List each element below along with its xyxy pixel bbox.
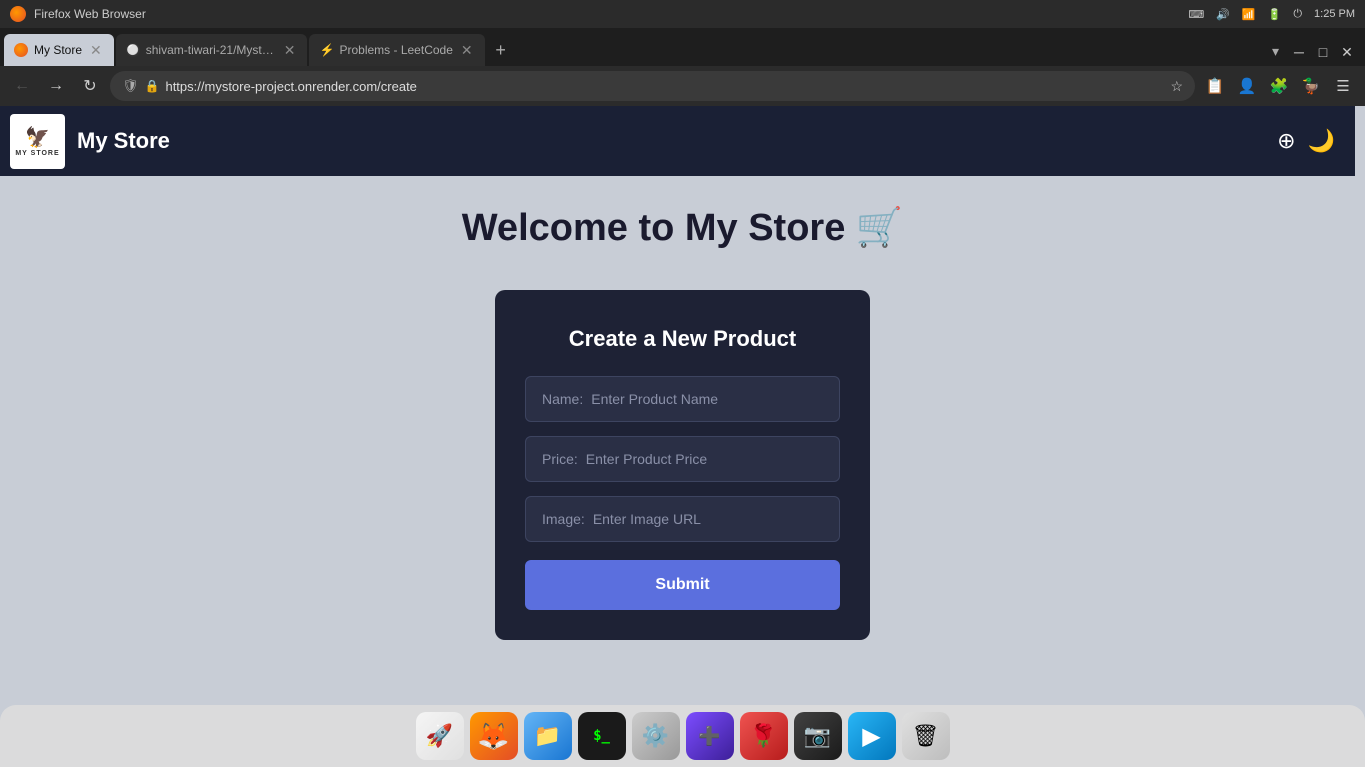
- add-product-icon[interactable]: ⊕: [1277, 128, 1295, 154]
- extensions-icon[interactable]: 🧩: [1265, 72, 1293, 100]
- maximize-button[interactable]: □: [1313, 42, 1333, 62]
- tab-github[interactable]: ⚪ shivam-tiwari-21/MystorePro... ✕: [116, 34, 308, 66]
- tab-github-title: shivam-tiwari-21/MystorePro...: [146, 43, 276, 57]
- keyboard-icon: ⌨: [1188, 8, 1204, 21]
- submit-button[interactable]: Submit: [525, 560, 840, 610]
- tab-mystore-title: My Store: [34, 43, 82, 57]
- site-header-title: My Store: [77, 128, 1277, 154]
- tab-mystore-close[interactable]: ✕: [88, 40, 104, 61]
- site-header: 🦅 MY STORE My Store ⊕ 🌙: [0, 106, 1355, 176]
- tab-github-close[interactable]: ✕: [282, 40, 298, 61]
- system-icons: ⌨ 🔊 📶 🔋 ⏻ 1:25 PM: [1188, 8, 1355, 21]
- taskbar: 🚀 🦊 📁 $_ ⚙️ ➕ 🌹 📷 ▶ 🗑: [0, 705, 1365, 767]
- price-input[interactable]: [586, 451, 823, 467]
- shield-icon: 🛡: [122, 78, 139, 94]
- reload-button[interactable]: ↻: [76, 72, 104, 100]
- pocket-icon[interactable]: 📋: [1201, 72, 1229, 100]
- dock-item-app-red[interactable]: 🌹: [740, 712, 788, 760]
- dark-mode-icon[interactable]: 🌙: [1308, 128, 1335, 154]
- account-icon[interactable]: 👤: [1233, 72, 1261, 100]
- image-field-container: Image:: [525, 496, 840, 542]
- form-title: Create a New Product: [525, 326, 840, 352]
- site-logo: 🦅 MY STORE: [10, 114, 65, 169]
- volume-icon: 🔊: [1216, 8, 1230, 21]
- price-field-container: Price:: [525, 436, 840, 482]
- dock-item-rocket[interactable]: 🚀: [416, 712, 464, 760]
- logo-bird-icon: 🦅: [25, 125, 50, 150]
- power-icon: ⏻: [1293, 8, 1302, 21]
- dock-item-trash[interactable]: 🗑: [902, 712, 950, 760]
- address-bar: ← → ↻ 🛡 🔒 https://mystore-project.onrend…: [0, 66, 1365, 106]
- name-input[interactable]: [591, 391, 823, 407]
- dock-item-play[interactable]: ▶: [848, 712, 896, 760]
- dock-item-firefox[interactable]: 🦊: [470, 712, 518, 760]
- tab-leetcode-title: Problems - LeetCode: [339, 43, 452, 57]
- dock-item-screenshot[interactable]: 📷: [794, 712, 842, 760]
- window-controls: ─ □ ✕: [1289, 42, 1357, 62]
- url-text[interactable]: https://mystore-project.onrender.com/cre…: [165, 79, 1164, 94]
- name-label: Name:: [542, 391, 583, 407]
- tab-mystore[interactable]: My Store ✕: [4, 34, 114, 66]
- image-input[interactable]: [593, 511, 823, 527]
- dock-item-terminal[interactable]: $_: [578, 712, 626, 760]
- tab-leetcode[interactable]: ⚡ Problems - LeetCode ✕: [309, 34, 484, 66]
- back-button[interactable]: ←: [8, 72, 36, 100]
- minimize-button[interactable]: ─: [1289, 42, 1309, 62]
- tab-dropdown[interactable]: ▾: [1264, 39, 1287, 64]
- logo-small-text: MY STORE: [15, 150, 59, 157]
- battery-icon: 🔋: [1268, 8, 1282, 21]
- bookmark-star-icon[interactable]: ☆: [1170, 78, 1183, 95]
- welcome-title: Welcome to My Store 🛒: [462, 206, 903, 250]
- tab-mystore-favicon: [14, 43, 28, 57]
- main-content: 🦅 MY STORE My Store ⊕ 🌙 Welcome to My St…: [0, 106, 1365, 697]
- lock-icon: 🔒: [145, 79, 160, 93]
- addon-icon[interactable]: 🦆: [1297, 72, 1325, 100]
- tab-leetcode-favicon: ⚡: [319, 43, 333, 57]
- header-icons: ⊕ 🌙: [1277, 128, 1335, 154]
- dock-item-files[interactable]: 📁: [524, 712, 572, 760]
- os-app-title: Firefox Web Browser: [34, 7, 1180, 21]
- forward-button[interactable]: →: [42, 72, 70, 100]
- wifi-icon: 📶: [1242, 8, 1256, 21]
- url-bar[interactable]: 🛡 🔒 https://mystore-project.onrender.com…: [110, 71, 1195, 101]
- tab-leetcode-close[interactable]: ✕: [459, 40, 475, 61]
- tab-github-favicon: ⚪: [126, 43, 140, 57]
- os-titlebar: Firefox Web Browser ⌨ 🔊 📶 🔋 ⏻ 1:25 PM: [0, 0, 1365, 28]
- form-card: Create a New Product Name: Price: Image:…: [495, 290, 870, 640]
- browser-chrome: My Store ✕ ⚪ shivam-tiwari-21/MystorePro…: [0, 28, 1365, 106]
- firefox-os-icon: [10, 6, 26, 22]
- new-tab-button[interactable]: +: [487, 36, 515, 64]
- tab-bar: My Store ✕ ⚪ shivam-tiwari-21/MystorePro…: [0, 28, 1365, 66]
- close-button[interactable]: ✕: [1337, 42, 1357, 62]
- name-field-container: Name:: [525, 376, 840, 422]
- menu-icon[interactable]: ☰: [1329, 72, 1357, 100]
- clock: 1:25 PM: [1314, 8, 1355, 20]
- price-label: Price:: [542, 451, 578, 467]
- toolbar-icons: 📋 👤 🧩 🦆 ☰: [1201, 72, 1357, 100]
- dock-item-magnet[interactable]: ➕: [686, 712, 734, 760]
- image-label: Image:: [542, 511, 585, 527]
- dock-item-settings[interactable]: ⚙️: [632, 712, 680, 760]
